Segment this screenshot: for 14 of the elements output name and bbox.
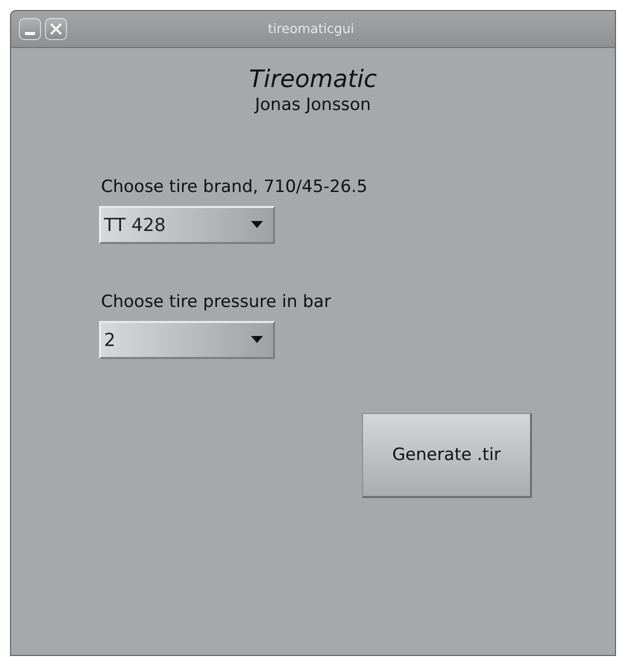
dropdown[interactable]: 2 [99,321,275,359]
author-name: Jonas Jonsson [255,95,371,115]
close-icon [49,22,63,36]
caret-icon [251,221,263,229]
field-label: Choose tire brand, 710/45-26.5 [101,177,368,197]
minimize-button[interactable] [19,18,41,40]
caret-icon [251,336,263,344]
window-title: tireomaticgui [266,22,356,36]
field-label: Choose tire pressure in bar [101,292,331,312]
close-button[interactable] [45,18,67,40]
minimize-icon [25,32,35,34]
app-title: Tireomatic [248,65,377,93]
generate-button[interactable]: Generate .tir [362,413,532,498]
dropdown[interactable]: TT 428 [99,206,275,244]
